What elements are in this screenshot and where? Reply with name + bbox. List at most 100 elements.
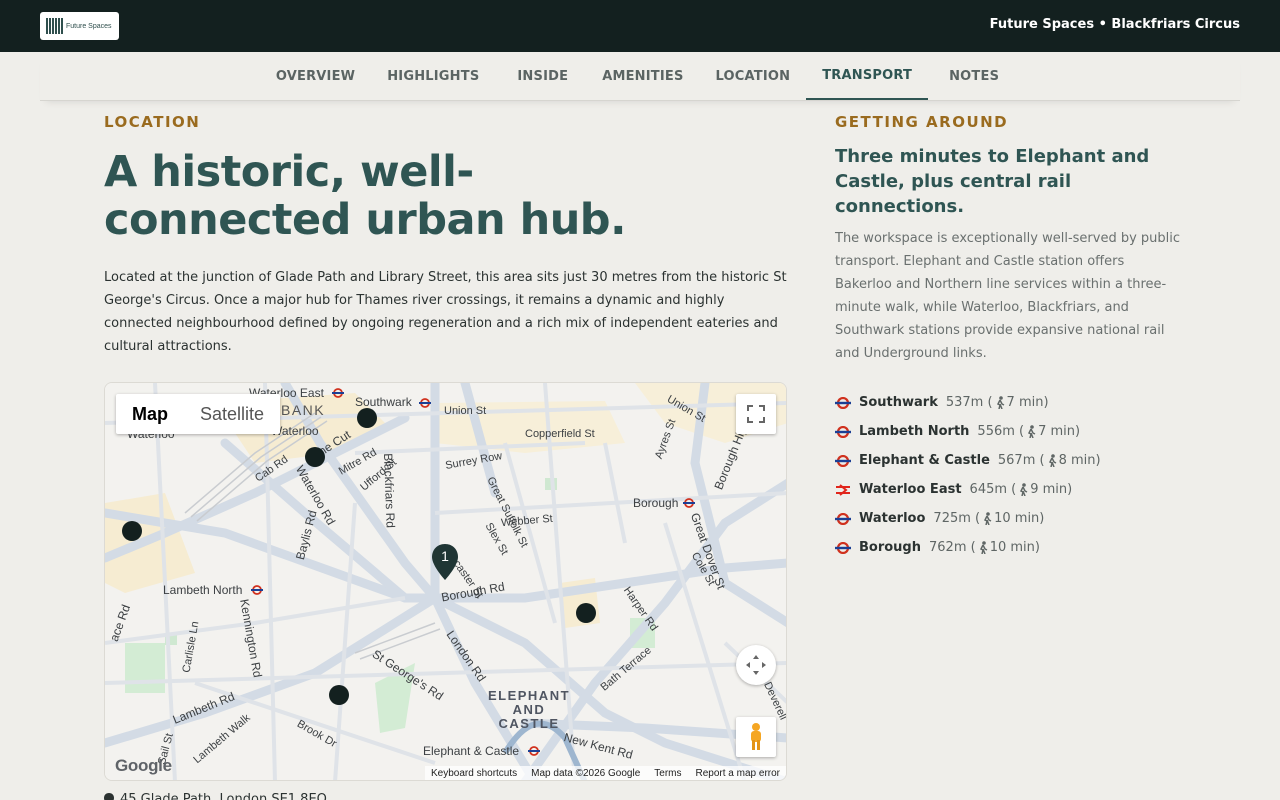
- top-bar: Future Spaces Future Spaces • Blackfriar…: [0, 0, 1280, 52]
- station-time: 7 min): [1038, 424, 1081, 439]
- place-marker-icon[interactable]: [122, 521, 142, 541]
- station-time: 10 min): [994, 511, 1045, 526]
- map-label: Union St: [444, 405, 487, 417]
- location-body: Located at the junction of Glade Path an…: [104, 270, 787, 354]
- underground-icon: [683, 498, 695, 508]
- place-marker-icon[interactable]: [357, 408, 377, 428]
- station-name: Southwark: [859, 395, 938, 410]
- station-item: Southwark 537m ( 7 min): [835, 388, 1195, 417]
- underground-icon: [835, 511, 851, 527]
- getting-around-body: The workspace is exceptionally well-serv…: [835, 231, 1181, 361]
- place-marker-icon[interactable]: [576, 603, 596, 623]
- walking-icon: [979, 541, 988, 554]
- station-distance: 567m (: [997, 453, 1045, 468]
- tab-notes[interactable]: NOTES: [928, 52, 1020, 100]
- camera-control-button[interactable]: [736, 645, 776, 685]
- station-item: Elephant & Castle 567m ( 8 min): [835, 446, 1195, 475]
- station-item: Borough 762m ( 10 min): [835, 533, 1195, 562]
- underground-icon: [419, 398, 431, 408]
- station-meta: 645m ( 9 min): [970, 482, 1073, 497]
- map-label: Copperfield St: [525, 428, 595, 440]
- underground-icon: [835, 540, 851, 556]
- walking-icon: [1048, 454, 1056, 467]
- place-marker-icon[interactable]: [329, 685, 349, 705]
- station-name: Waterloo East: [859, 482, 962, 497]
- logo-mark-icon: [46, 18, 63, 34]
- map-label: Southwark: [355, 395, 412, 409]
- map-label: BANK: [281, 402, 326, 418]
- map-label: ELEPHANT AND CASTLE: [487, 688, 571, 731]
- site-title: Future Spaces • Blackfriars Circus: [989, 17, 1240, 32]
- fullscreen-button[interactable]: [736, 394, 776, 434]
- underground-icon: [835, 453, 851, 469]
- terms-link[interactable]: Terms: [654, 768, 681, 779]
- logo-text: Future Spaces: [66, 22, 112, 30]
- station-distance: 537m (: [945, 395, 993, 410]
- station-time: 7 min): [1006, 395, 1049, 410]
- station-list: Southwark 537m ( 7 min) Lambeth North 556…: [835, 388, 1195, 562]
- tab-inside[interactable]: INSIDE: [499, 52, 586, 100]
- map-label: Lambeth North: [163, 583, 243, 597]
- street-view-button[interactable]: [736, 717, 776, 757]
- station-name: Lambeth North: [859, 424, 970, 439]
- national-rail-icon: [835, 482, 851, 498]
- place-marker-icon[interactable]: [305, 447, 325, 467]
- map-data-attribution: Map data ©2026 Google: [531, 767, 641, 779]
- map-type-satellite-button[interactable]: Satellite: [184, 394, 280, 434]
- walking-icon: [996, 396, 1004, 409]
- location-map[interactable]: Waterloo East Southwark Union St Union S…: [104, 382, 787, 781]
- tab-highlights[interactable]: HIGHLIGHTS: [371, 52, 499, 100]
- underground-icon: [835, 395, 851, 411]
- location-pin-icon: [104, 792, 114, 800]
- station-meta: 725m ( 10 min): [933, 511, 1044, 526]
- walking-icon: [984, 512, 992, 525]
- underground-icon: [332, 388, 344, 398]
- getting-around-title: Three minutes to Elephant and Castle, pl…: [835, 146, 1150, 217]
- pin-number: 1: [441, 548, 449, 564]
- getting-around-eyebrow: GETTING AROUND: [835, 113, 1009, 131]
- station-meta: 567m ( 8 min): [998, 453, 1101, 468]
- station-name: Waterloo: [859, 511, 926, 526]
- station-meta: 556m ( 7 min): [977, 424, 1080, 439]
- underground-icon: [251, 585, 263, 595]
- station-distance: 762m (: [929, 540, 976, 555]
- station-item: Waterloo 725m ( 10 min): [835, 504, 1195, 533]
- map-label: Borough: [633, 496, 679, 510]
- station-time: 10 min): [989, 540, 1040, 555]
- tab-amenities[interactable]: AMENITIES: [586, 52, 699, 100]
- map-label: Elephant & Castle: [423, 744, 520, 758]
- map-type-map-button[interactable]: Map: [116, 394, 184, 434]
- pegman-icon: [751, 723, 761, 750]
- location-headline: A historic, well-connected urban hub.: [104, 147, 626, 245]
- underground-icon: [528, 746, 540, 756]
- station-name: Elephant & Castle: [859, 453, 990, 468]
- station-time: 8 min): [1058, 453, 1101, 468]
- location-pin[interactable]: 1: [432, 544, 458, 582]
- keyboard-shortcuts-link[interactable]: Keyboard shortcuts: [431, 768, 517, 779]
- map-type-control: Map Satellite: [116, 394, 281, 434]
- section-tabs: OVERVIEW HIGHLIGHTS INSIDE AMENITIES LOC…: [40, 52, 1240, 101]
- station-meta: 762m ( 10 min): [929, 540, 1040, 555]
- tab-overview[interactable]: OVERVIEW: [260, 52, 371, 100]
- walking-icon: [1020, 483, 1028, 496]
- station-distance: 556m (: [977, 424, 1025, 439]
- station-distance: 725m (: [933, 511, 981, 526]
- location-eyebrow: LOCATION: [104, 113, 201, 131]
- report-map-error-link[interactable]: Report a map error: [696, 768, 780, 779]
- walking-icon: [1028, 425, 1036, 438]
- station-name: Borough: [859, 540, 921, 555]
- tab-location[interactable]: LOCATION: [700, 52, 807, 100]
- fullscreen-icon: [747, 405, 765, 423]
- station-time: 9 min): [1030, 482, 1073, 497]
- station-meta: 537m ( 7 min): [946, 395, 1049, 410]
- station-distance: 645m (: [969, 482, 1017, 497]
- camera-move-icon: [746, 655, 766, 675]
- station-item: Lambeth North 556m ( 7 min): [835, 417, 1195, 446]
- tab-transport[interactable]: TRANSPORT: [806, 52, 929, 100]
- map-footer: Keyboard shortcuts Map data ©2026 Google…: [424, 766, 786, 780]
- underground-icon: [835, 424, 851, 440]
- address-text: 45 Glade Path, London SE1 8EQ: [120, 792, 327, 800]
- google-logo: Google: [115, 756, 172, 775]
- address: 45 Glade Path, London SE1 8EQ: [104, 792, 327, 800]
- logo[interactable]: Future Spaces: [40, 12, 119, 40]
